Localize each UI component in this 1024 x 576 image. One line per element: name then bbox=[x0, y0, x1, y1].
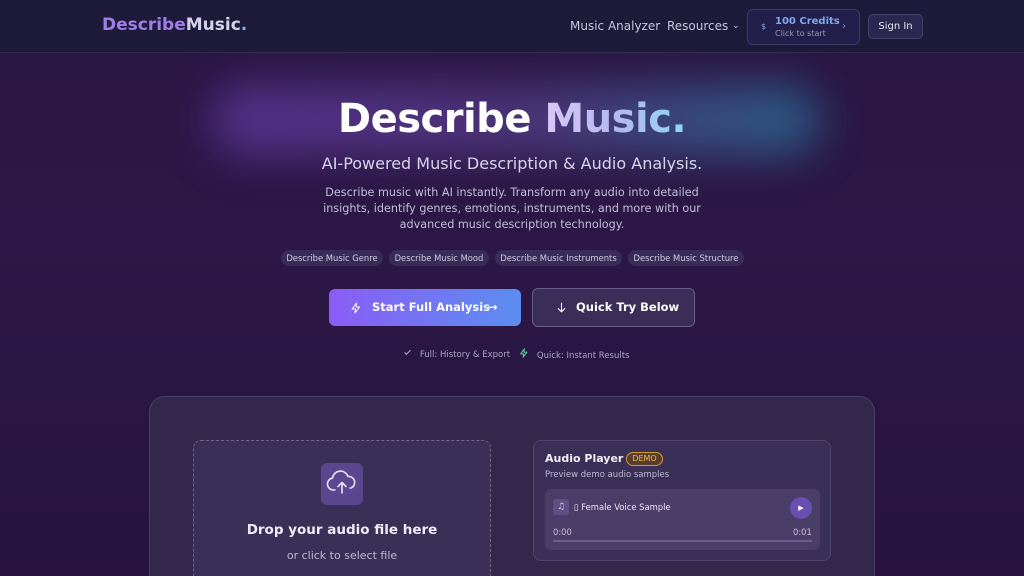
credits-button[interactable]: $ 100 Credits Click to start › bbox=[747, 9, 860, 45]
hero-title-part-1: Describe bbox=[337, 96, 532, 142]
start-full-analysis-button[interactable]: Start Full Analysis → bbox=[329, 289, 521, 326]
audio-player-subtitle: Preview demo audio samples bbox=[545, 470, 670, 480]
drop-zone-title: Drop your audio file here bbox=[246, 522, 438, 538]
tag-mood[interactable]: Describe Music Mood bbox=[389, 250, 489, 266]
lightning-icon bbox=[350, 289, 362, 326]
check-icon bbox=[403, 349, 415, 360]
cloud-upload-icon bbox=[321, 463, 363, 505]
tag-instruments[interactable]: Describe Music Instruments bbox=[495, 250, 622, 266]
quick-try-below-button[interactable]: Quick Try Below bbox=[532, 288, 695, 327]
credits-subtext: Click to start bbox=[775, 29, 826, 38]
sign-in-button[interactable]: Sign In bbox=[868, 14, 923, 39]
play-button[interactable]: ▶ bbox=[790, 497, 812, 519]
demo-badge: DEMO bbox=[626, 452, 663, 466]
audio-progress-bar[interactable] bbox=[553, 540, 812, 542]
feature-quick: Quick: Instant Results bbox=[519, 348, 629, 361]
time-current: 0:00 bbox=[553, 527, 572, 537]
credits-amount: 100 Credits bbox=[775, 16, 840, 27]
feature-quick-label: Quick: Instant Results bbox=[536, 351, 630, 361]
audio-player-title: Audio Player bbox=[545, 452, 624, 465]
hero-title-part-2: Music. bbox=[544, 96, 687, 142]
logo[interactable]: DescribeMusic. bbox=[102, 15, 247, 35]
top-nav-bar: DescribeMusic. Music Analyzer Resources … bbox=[0, 0, 1024, 53]
hero-subtitle: AI-Powered Music Description & Audio Ana… bbox=[321, 154, 703, 173]
arrow-right-icon: → bbox=[488, 300, 498, 314]
feature-full: Full: History & Export bbox=[403, 348, 510, 360]
chevron-right-icon: › bbox=[842, 21, 846, 32]
hero-title: Describe Music. bbox=[0, 96, 1024, 142]
hero-description: Describe music with AI instantly. Transf… bbox=[323, 186, 701, 231]
drop-zone-subtitle: or click to select file bbox=[286, 549, 398, 562]
arrow-down-icon bbox=[555, 289, 568, 326]
dollar-icon: $ bbox=[761, 22, 767, 31]
time-total: 0:01 bbox=[793, 527, 812, 537]
logo-part-1: Describe bbox=[102, 15, 186, 35]
nav-resources-label: Resources bbox=[667, 19, 729, 33]
tag-genre[interactable]: Describe Music Genre bbox=[281, 250, 383, 266]
music-note-icon: ♫ bbox=[553, 499, 569, 515]
track-name: ▯ Female Voice Sample bbox=[574, 502, 671, 512]
tag-structure[interactable]: Describe Music Structure bbox=[628, 250, 744, 266]
lightning-icon bbox=[519, 348, 532, 361]
start-full-analysis-label: Start Full Analysis bbox=[372, 300, 490, 314]
nav-music-analyzer[interactable]: Music Analyzer bbox=[570, 19, 660, 33]
feature-full-label: Full: History & Export bbox=[419, 350, 511, 360]
quick-try-below-label: Quick Try Below bbox=[576, 300, 680, 314]
nav-resources[interactable]: Resources ⌄ bbox=[667, 19, 740, 33]
chevron-down-icon: ⌄ bbox=[732, 21, 740, 31]
logo-part-2: Music bbox=[185, 15, 241, 35]
logo-part-3: . bbox=[240, 15, 248, 35]
